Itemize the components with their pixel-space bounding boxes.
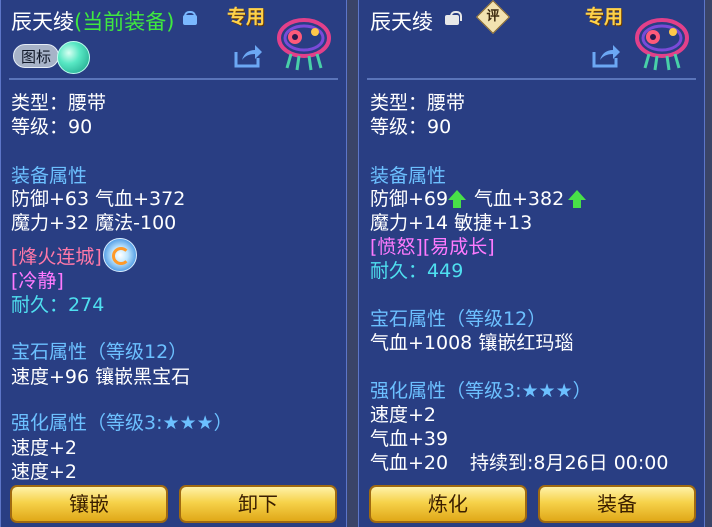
attr-line-1b: 气血+382 xyxy=(474,188,565,210)
unequip-button[interactable]: 卸下 xyxy=(179,485,337,523)
lock-icon[interactable] xyxy=(183,11,199,25)
durability-label: 耐久： xyxy=(370,260,428,282)
attr-line-2: 魔力+32 魔法-100 xyxy=(11,212,177,234)
share-icon[interactable] xyxy=(233,43,263,69)
special-effect: [冷静] xyxy=(11,270,64,292)
enhance-level: （等级3:★★★） xyxy=(87,412,233,434)
refine-button[interactable]: 炼化 xyxy=(369,485,527,523)
compare-item-panel: 辰天绫 专用 类型：腰带 等级：90 装备属性 防御+69 气血+382 魔力+… xyxy=(358,0,705,527)
attr-line-2: 魔力+14 敏捷+13 xyxy=(370,212,533,234)
up-arrow-icon xyxy=(448,190,466,208)
enhance-line-1: 速度+2 xyxy=(11,437,78,459)
level-label: 等级： xyxy=(370,116,428,138)
belt-item-icon[interactable] xyxy=(273,10,335,72)
item-title: 辰天绫(当前装备) xyxy=(11,6,174,36)
equip-button[interactable]: 装备 xyxy=(538,485,696,523)
header-divider xyxy=(367,78,696,80)
exclusive-label: 专用 xyxy=(585,6,624,28)
durability-row: 耐久：449 xyxy=(370,260,463,282)
equipped-item-panel: 辰天绫(当前装备) 专用 图标 类型：腰带 等级：90 装备属性 防御+63 气… xyxy=(0,0,347,527)
item-name: 辰天绫 xyxy=(11,10,74,34)
icon-badge[interactable]: 图标 xyxy=(13,44,59,68)
enhance-header-row: 强化属性（等级3:★★★） xyxy=(11,412,233,434)
type-label: 类型： xyxy=(11,92,69,114)
exclusive-label: 专用 xyxy=(227,6,266,28)
enhance-header-row: 强化属性（等级3:★★★） xyxy=(370,380,592,402)
type-row: 类型：腰带 xyxy=(11,92,106,114)
enhance-line-2: 速度+2 xyxy=(11,461,78,483)
share-icon[interactable] xyxy=(591,43,621,69)
enhance-header: 强化属性 xyxy=(11,412,88,434)
enhance-line-1: 速度+2 xyxy=(370,404,437,426)
gem-level: （等级12） xyxy=(446,308,547,330)
gem-header-row: 宝石属性（等级12） xyxy=(370,308,546,330)
attr-line-1: 防御+63 气血+372 xyxy=(11,188,186,210)
unlock-icon[interactable] xyxy=(445,11,462,25)
equip-attr-header: 装备属性 xyxy=(370,165,447,187)
type-row: 类型：腰带 xyxy=(370,92,465,114)
item-title: 辰天绫 xyxy=(370,10,433,34)
skill-icon[interactable] xyxy=(103,238,137,272)
up-arrow-icon xyxy=(568,190,586,208)
special-effects: [愤怒][易成长] xyxy=(370,236,495,258)
equip-attr-header: 装备属性 xyxy=(11,165,88,187)
durability-label: 耐久： xyxy=(11,294,69,316)
durability-value: 449 xyxy=(427,260,464,282)
belt-item-icon[interactable] xyxy=(631,10,693,72)
gem-header: 宝石属性 xyxy=(370,308,447,330)
type-value: 腰带 xyxy=(68,92,107,114)
level-value: 90 xyxy=(427,116,452,138)
level-row: 等级：90 xyxy=(370,116,451,138)
type-value: 腰带 xyxy=(427,92,466,114)
background-gap xyxy=(347,0,358,527)
enhance-header: 强化属性 xyxy=(370,380,447,402)
inlay-button[interactable]: 镶嵌 xyxy=(10,485,168,523)
level-value: 90 xyxy=(68,116,93,138)
level-label: 等级： xyxy=(11,116,69,138)
enhance-line-3: 气血+20 xyxy=(370,452,449,474)
durability-value: 274 xyxy=(68,294,105,316)
enhance-duration: 持续到:8月26日 00:00 xyxy=(470,452,669,474)
enhance-level: （等级3:★★★） xyxy=(446,380,592,402)
background-gap-right xyxy=(705,0,712,527)
header-divider xyxy=(9,78,338,80)
orb-icon[interactable] xyxy=(57,41,90,74)
gem-header-row: 宝石属性（等级12） xyxy=(11,341,187,363)
durability-row: 耐久：274 xyxy=(11,294,104,316)
appraise-label: 评 xyxy=(486,9,500,24)
level-row: 等级：90 xyxy=(11,116,92,138)
gem-line: 气血+1008 镶嵌红玛瑙 xyxy=(370,332,574,354)
gem-header: 宝石属性 xyxy=(11,341,88,363)
gem-line: 速度+96 镶嵌黑宝石 xyxy=(11,366,191,388)
type-label: 类型： xyxy=(370,92,428,114)
equipped-status: (当前装备) xyxy=(74,10,175,34)
attr-line-1a: 防御+69 xyxy=(370,188,449,210)
gem-level: （等级12） xyxy=(87,341,188,363)
special-skill: [烽火连城] xyxy=(11,246,102,268)
enhance-line-2: 气血+39 xyxy=(370,428,449,450)
